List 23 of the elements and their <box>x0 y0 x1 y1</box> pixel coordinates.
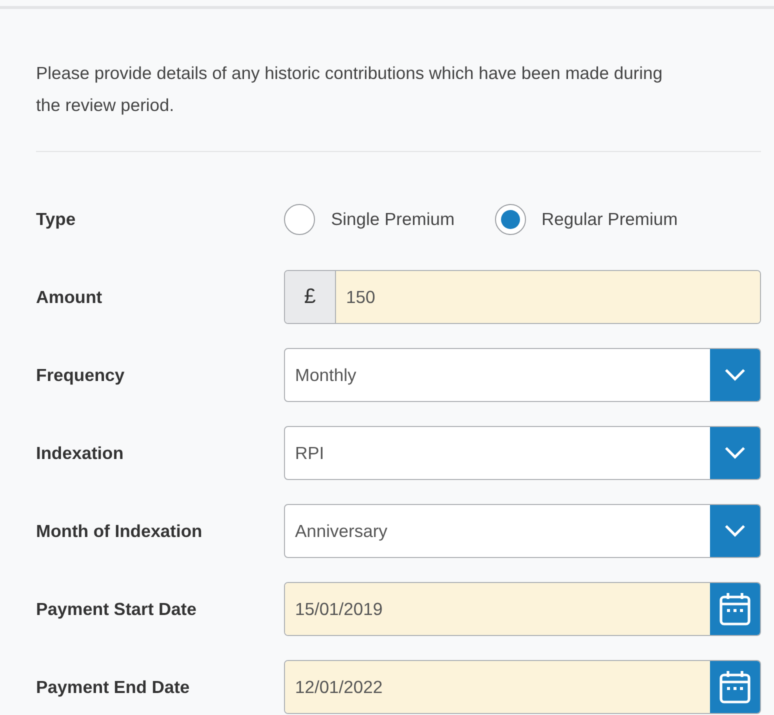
radio-option[interactable]: Single Premium <box>284 204 455 234</box>
dropdown-button[interactable] <box>710 427 760 479</box>
dropdown-button[interactable] <box>710 349 760 401</box>
amount-input-group[interactable]: £ 150 <box>284 270 761 324</box>
calendar-icon <box>719 670 751 704</box>
chevron-down-icon <box>724 524 746 538</box>
field-label: Type <box>36 208 77 231</box>
intro-text: Please provide details of any historic contributions which have been made during the review period. <box>36 62 664 117</box>
field-label: Indexation <box>36 442 125 465</box>
calendar-icon <box>719 592 751 626</box>
dropdown-button[interactable] <box>710 505 760 557</box>
field-label: Amount <box>36 286 104 309</box>
field-label: Payment End Date <box>36 676 191 699</box>
field-label: Frequency <box>36 364 126 387</box>
chevron-down-icon <box>724 368 746 382</box>
calendar-button[interactable] <box>710 661 760 713</box>
calendar-button[interactable] <box>710 583 760 635</box>
radio-option[interactable]: Regular Premium <box>494 204 678 234</box>
field-label: Payment Start Date <box>36 598 198 621</box>
amount-field[interactable]: 150 <box>336 271 760 323</box>
chevron-down-icon <box>724 446 746 460</box>
field-label: Month of Indexation <box>36 520 204 543</box>
currency-prefix: £ <box>285 271 336 323</box>
